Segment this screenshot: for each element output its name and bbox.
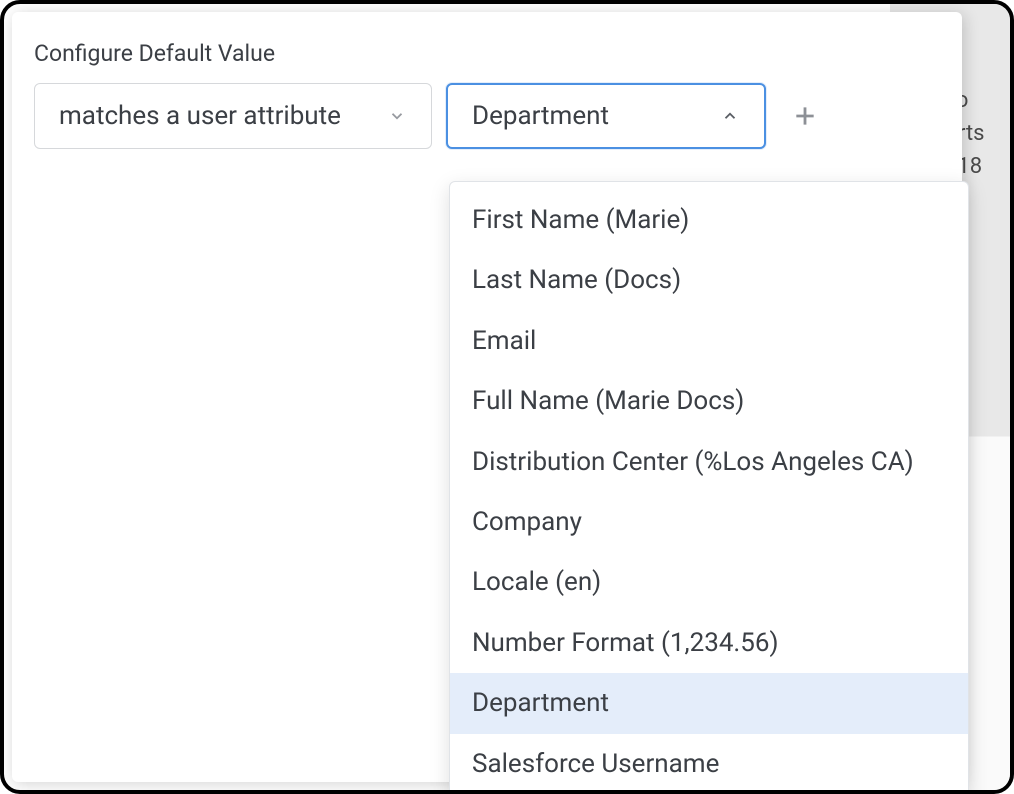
dropdown-option[interactable]: Last Name (Docs): [450, 250, 968, 310]
dropdown-option[interactable]: Salesforce Username: [450, 734, 968, 794]
dropdown-option[interactable]: Department: [450, 673, 968, 733]
dropdown-option[interactable]: Company: [450, 492, 968, 552]
user-attribute-value: Department: [472, 101, 609, 131]
match-type-select[interactable]: matches a user attribute: [34, 83, 432, 149]
dropdown-option[interactable]: Distribution Center (%Los Angeles CA): [450, 432, 968, 492]
window-frame: on Ho atshirts s 20.18 ees 81 s 1 Config…: [0, 0, 1014, 794]
configure-default-value-modal: Configure Default Value matches a user a…: [12, 12, 962, 782]
user-attribute-dropdown: First Name (Marie)Last Name (Docs)EmailF…: [449, 181, 969, 794]
add-button[interactable]: [786, 97, 824, 135]
dropdown-option[interactable]: Locale (en): [450, 552, 968, 612]
dropdown-option[interactable]: Number Format (1,234.56): [450, 613, 968, 673]
user-attribute-select[interactable]: Department: [446, 83, 766, 149]
controls-row: matches a user attribute Department: [34, 83, 940, 149]
dropdown-option[interactable]: Full Name (Marie Docs): [450, 371, 968, 431]
dropdown-option[interactable]: Email: [450, 311, 968, 371]
chevron-up-icon: [716, 102, 744, 130]
match-type-value: matches a user attribute: [59, 101, 341, 131]
dropdown-option[interactable]: First Name (Marie): [450, 190, 968, 250]
chevron-down-icon: [383, 102, 411, 130]
modal-heading: Configure Default Value: [34, 40, 940, 67]
